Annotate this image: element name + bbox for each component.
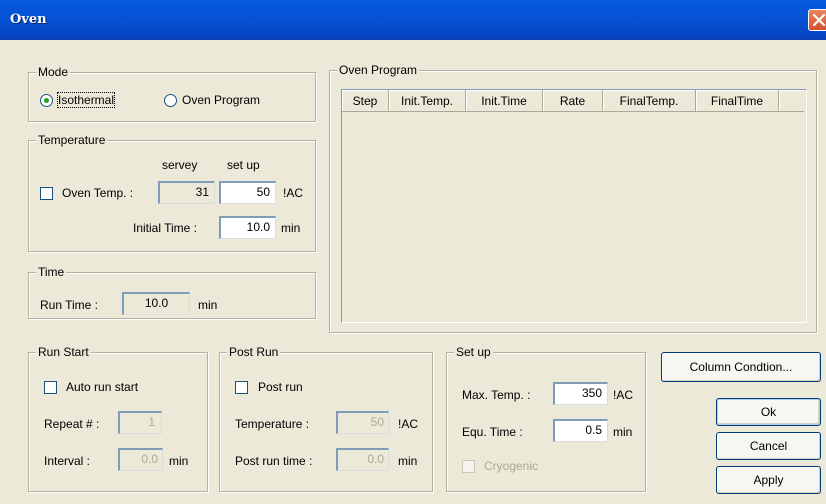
column-header-step[interactable]: Step	[342, 90, 389, 112]
cancel-button[interactable]: Cancel	[716, 432, 821, 460]
auto-run-start-checkbox[interactable]	[44, 381, 57, 394]
time-legend: Time	[36, 265, 67, 279]
oven-program-legend: Oven Program	[337, 63, 420, 77]
post-run-time-label: Post run time :	[235, 454, 313, 468]
column-header-final-temp[interactable]: FinalTemp.	[603, 90, 696, 112]
run-start-legend: Run Start	[36, 345, 91, 359]
oven-temp-setup-input[interactable]: 50	[219, 181, 276, 204]
initial-time-label: Initial Time :	[133, 221, 198, 235]
post-run-checkbox[interactable]	[235, 381, 248, 394]
oven-program-radio[interactable]	[164, 94, 177, 107]
interval-label: Interval :	[44, 454, 91, 468]
mode-legend: Mode	[36, 65, 71, 79]
apply-button[interactable]: Apply	[716, 466, 821, 494]
equ-time-label: Equ. Time :	[462, 425, 523, 439]
oven-program-table-header: Step Init.Temp. Init.Time Rate FinalTemp…	[342, 90, 804, 112]
equ-time-input[interactable]: 0.5	[553, 419, 608, 442]
column-condition-button[interactable]: Column Condtion...	[661, 352, 821, 382]
servey-column-label: servey	[162, 158, 198, 172]
oven-temp-label: Oven Temp. :	[62, 186, 134, 200]
column-header-init-time[interactable]: Init.Time	[466, 90, 543, 112]
post-run-time-unit: min	[398, 454, 418, 468]
isothermal-label[interactable]: Isothermal	[56, 92, 116, 108]
temperature-legend: Temperature	[36, 133, 108, 147]
post-temperature-unit: !AC	[398, 417, 419, 431]
repeat-input[interactable]: 1	[118, 411, 162, 434]
repeat-label: Repeat # :	[44, 417, 100, 431]
isothermal-radio[interactable]	[40, 94, 53, 107]
run-time-unit: min	[198, 298, 218, 312]
oven-program-label[interactable]: Oven Program	[182, 93, 260, 107]
column-header-filler	[779, 90, 804, 112]
cryogenic-label[interactable]: Cryogenic	[484, 459, 538, 473]
initial-time-input[interactable]: 10.0	[219, 216, 276, 239]
post-run-label[interactable]: Post run	[258, 380, 303, 394]
oven-temp-unit: !AC	[283, 186, 304, 200]
max-temp-input[interactable]: 350	[553, 382, 608, 405]
auto-run-start-label[interactable]: Auto run start	[66, 380, 138, 394]
setup-group: Set up	[446, 345, 646, 492]
interval-input[interactable]: 0.0	[118, 448, 163, 471]
setup-column-label: set up	[227, 158, 260, 172]
cryogenic-checkbox[interactable]	[462, 460, 475, 473]
max-temp-unit: !AC	[613, 388, 634, 402]
post-run-time-input[interactable]: 0.0	[336, 448, 389, 471]
setup-legend: Set up	[454, 345, 493, 359]
title-bar[interactable]: Oven	[0, 0, 826, 40]
column-header-final-time[interactable]: FinalTime	[696, 90, 779, 112]
close-button[interactable]	[808, 9, 826, 31]
column-header-rate[interactable]: Rate	[543, 90, 603, 112]
run-time-label: Run Time :	[40, 298, 99, 312]
equ-time-unit: min	[613, 425, 633, 439]
window-title: Oven	[10, 12, 47, 27]
post-run-legend: Post Run	[227, 345, 281, 359]
run-time-field: 10.0	[122, 292, 190, 315]
max-temp-label: Max. Temp. :	[462, 388, 531, 402]
close-icon	[813, 14, 825, 26]
initial-time-unit: min	[281, 221, 301, 235]
oven-temp-checkbox[interactable]	[40, 187, 53, 200]
oven-temp-servey-field: 31	[158, 181, 215, 204]
column-header-init-temp[interactable]: Init.Temp.	[389, 90, 466, 112]
interval-unit: min	[169, 454, 189, 468]
post-temperature-input[interactable]: 50	[336, 411, 389, 434]
post-temperature-label: Temperature :	[235, 417, 310, 431]
oven-program-table[interactable]: Step Init.Temp. Init.Time Rate FinalTemp…	[341, 89, 807, 323]
ok-button[interactable]: Ok	[716, 398, 821, 426]
